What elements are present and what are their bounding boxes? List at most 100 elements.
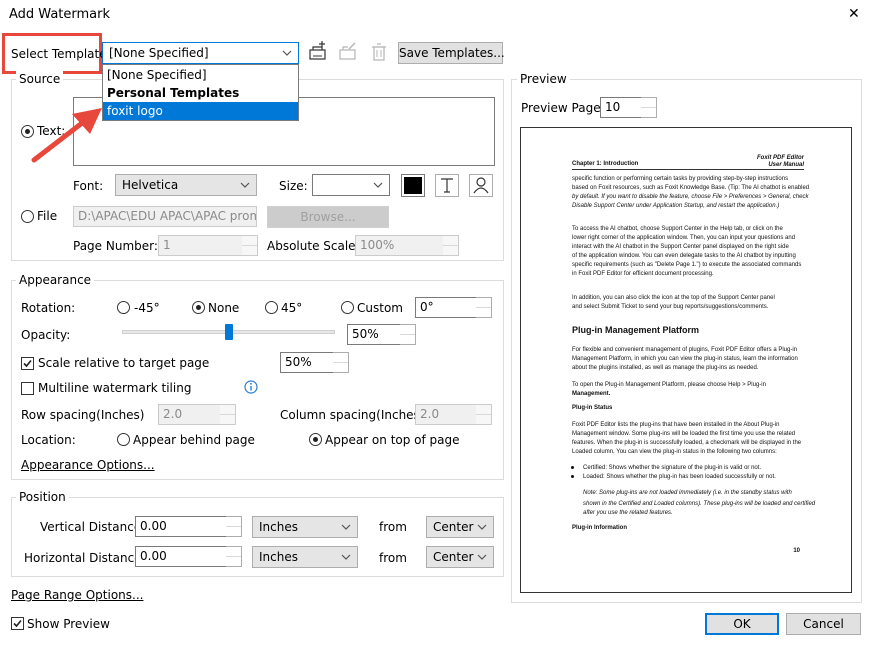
rotation-45-radio[interactable]: [265, 301, 278, 314]
preview-page-field[interactable]: 10: [600, 97, 642, 118]
vertical-distance-field[interactable]: 0.00: [135, 516, 227, 537]
opacity-slider-thumb[interactable]: [225, 324, 233, 340]
ok-button[interactable]: OK: [705, 613, 779, 635]
show-preview-checkbox[interactable]: [11, 617, 24, 630]
rotation-custom-radio[interactable]: [341, 301, 354, 314]
doc-p2-line: lower right corner of the application wi…: [572, 235, 796, 241]
scale-relative-spinner[interactable]: [333, 352, 349, 373]
doc-p3-line: and select Submit Ticket to send your bu…: [572, 304, 769, 310]
save-templates-button[interactable]: Save Templates...: [398, 42, 505, 64]
vertical-from-select[interactable]: Center: [426, 516, 494, 538]
text-color-fill: [404, 177, 422, 194]
user-identity-button[interactable]: [469, 174, 493, 197]
appearance-options-link[interactable]: Appearance Options...: [21, 457, 155, 473]
column-spacing-field[interactable]: 2.0: [415, 404, 477, 425]
size-select[interactable]: [312, 174, 390, 196]
file-radio[interactable]: [21, 210, 34, 223]
page-number-spinner[interactable]: [242, 235, 258, 256]
dropdown-option-personal-templates: Personal Templates: [107, 86, 240, 100]
scale-relative-label: Scale relative to target page: [38, 356, 210, 370]
cancel-button[interactable]: Cancel: [786, 613, 861, 635]
rotation-label: Rotation:: [21, 301, 76, 315]
select-template-label: Select Template:: [11, 47, 111, 61]
location-behind-label: Appear behind page: [133, 433, 255, 447]
location-label: Location:: [21, 433, 76, 447]
doc-p5-line: Management.: [572, 391, 611, 397]
doc-header-right-2: User Manual: [768, 162, 804, 168]
font-label: Font:: [73, 179, 104, 193]
chevron-down-icon: [373, 182, 383, 188]
checkmark-icon: [23, 359, 32, 368]
doc-p6-line: Foxit PDF Editor lists the plug-ins that…: [572, 422, 780, 428]
font-select[interactable]: Helvetica: [115, 174, 257, 196]
doc-p1-line: by default. If you want to disable the f…: [572, 194, 809, 200]
bullet-icon: [571, 475, 574, 478]
close-icon[interactable]: ✕: [848, 6, 860, 22]
dropdown-option-foxit-logo[interactable]: foxit logo: [103, 102, 298, 120]
absolute-scale-spinner[interactable]: [443, 235, 459, 256]
doc-heading-plugin-status: Plug-in Status: [572, 405, 613, 411]
scale-relative-checkbox[interactable]: [21, 357, 34, 370]
row-spacing-field[interactable]: 2.0: [158, 404, 221, 425]
scale-relative-field[interactable]: 50%: [280, 352, 334, 373]
text-color-swatch[interactable]: [401, 174, 425, 197]
absolute-scale-field[interactable]: 100%: [355, 235, 444, 256]
multiline-tiling-label: Multiline watermark tiling: [38, 381, 192, 395]
opacity-field[interactable]: 50%: [347, 324, 401, 345]
delete-template-icon: [366, 41, 392, 65]
doc-p1-line: specific function or performing certain …: [572, 176, 789, 182]
doc-heading-plugin-info: Plug-in Information: [572, 525, 627, 531]
vertical-unit-select[interactable]: Inches: [252, 516, 358, 538]
row-spacing-label: Row spacing(Inches): [21, 408, 145, 422]
browse-button[interactable]: Browse...: [267, 206, 389, 228]
row-spacing-spinner[interactable]: [220, 404, 236, 425]
horizontal-distance-field[interactable]: 0.00: [135, 546, 227, 567]
horizontal-from-select[interactable]: Center: [426, 546, 494, 568]
opacity-label: Opacity:: [21, 328, 71, 342]
location-top-radio[interactable]: [309, 433, 322, 446]
edit-template-icon: [335, 41, 361, 65]
column-spacing-spinner[interactable]: [476, 404, 492, 425]
info-icon[interactable]: [244, 380, 258, 394]
file-path-field[interactable]: D:\APAC\EDU APAC\APAC promo: [73, 206, 257, 227]
size-label: Size:: [279, 179, 308, 193]
doc-header-rule: [572, 169, 804, 170]
chevron-down-icon: [477, 554, 487, 560]
preview-page-canvas: Foxit PDF Editor User Manual Chapter 1: …: [520, 127, 852, 593]
chevron-down-icon: [240, 182, 250, 188]
font-select-value: Helvetica: [122, 178, 179, 192]
page-range-options-link[interactable]: Page Range Options...: [11, 587, 143, 603]
multiline-tiling-checkbox[interactable]: [21, 382, 34, 395]
vertical-unit-value: Inches: [259, 520, 298, 534]
horizontal-unit-select[interactable]: Inches: [252, 546, 358, 568]
page-number-field[interactable]: 1: [158, 235, 243, 256]
bullet-icon: [571, 466, 574, 469]
doc-p2-line: of the application window. You can even …: [572, 253, 796, 259]
file-radio-label: File: [37, 209, 58, 223]
rotation-minus45-radio[interactable]: [117, 301, 130, 314]
checkmark-icon: [13, 619, 22, 628]
horizontal-distance-spinner[interactable]: [226, 546, 242, 567]
doc-p1-line: Disable Support Center under Application…: [572, 203, 780, 209]
custom-rotation-spinner[interactable]: [476, 297, 492, 318]
doc-note-line: after you use the related features.: [583, 510, 673, 516]
text-format-button[interactable]: [435, 174, 459, 197]
custom-rotation-field[interactable]: 0°: [415, 297, 477, 318]
doc-bullet-certified: Certified: Shows whether the signature o…: [583, 465, 762, 471]
doc-p1-line: based on Foxit resources, such as Foxit …: [572, 185, 810, 191]
template-select[interactable]: [None Specified]: [102, 42, 299, 64]
vertical-distance-spinner[interactable]: [226, 516, 242, 537]
opacity-slider[interactable]: [122, 322, 335, 344]
location-behind-radio[interactable]: [117, 433, 130, 446]
dropdown-option-none[interactable]: [None Specified]: [103, 66, 298, 84]
doc-p2-line: in Foxit PDF Editor for efficient docume…: [572, 271, 714, 277]
add-template-icon[interactable]: [305, 41, 331, 65]
horizontal-unit-value: Inches: [259, 550, 298, 564]
preview-page-spinner[interactable]: [641, 97, 657, 118]
rotation-none-radio[interactable]: [192, 301, 205, 314]
doc-p4-line: about the plugins installed, as well as …: [572, 365, 759, 371]
vertical-from-value: Center: [433, 520, 474, 534]
horizontal-distance-label: Horizontal Distance:: [24, 551, 146, 565]
template-select-value: [None Specified]: [109, 46, 209, 60]
opacity-spinner[interactable]: [400, 324, 416, 345]
